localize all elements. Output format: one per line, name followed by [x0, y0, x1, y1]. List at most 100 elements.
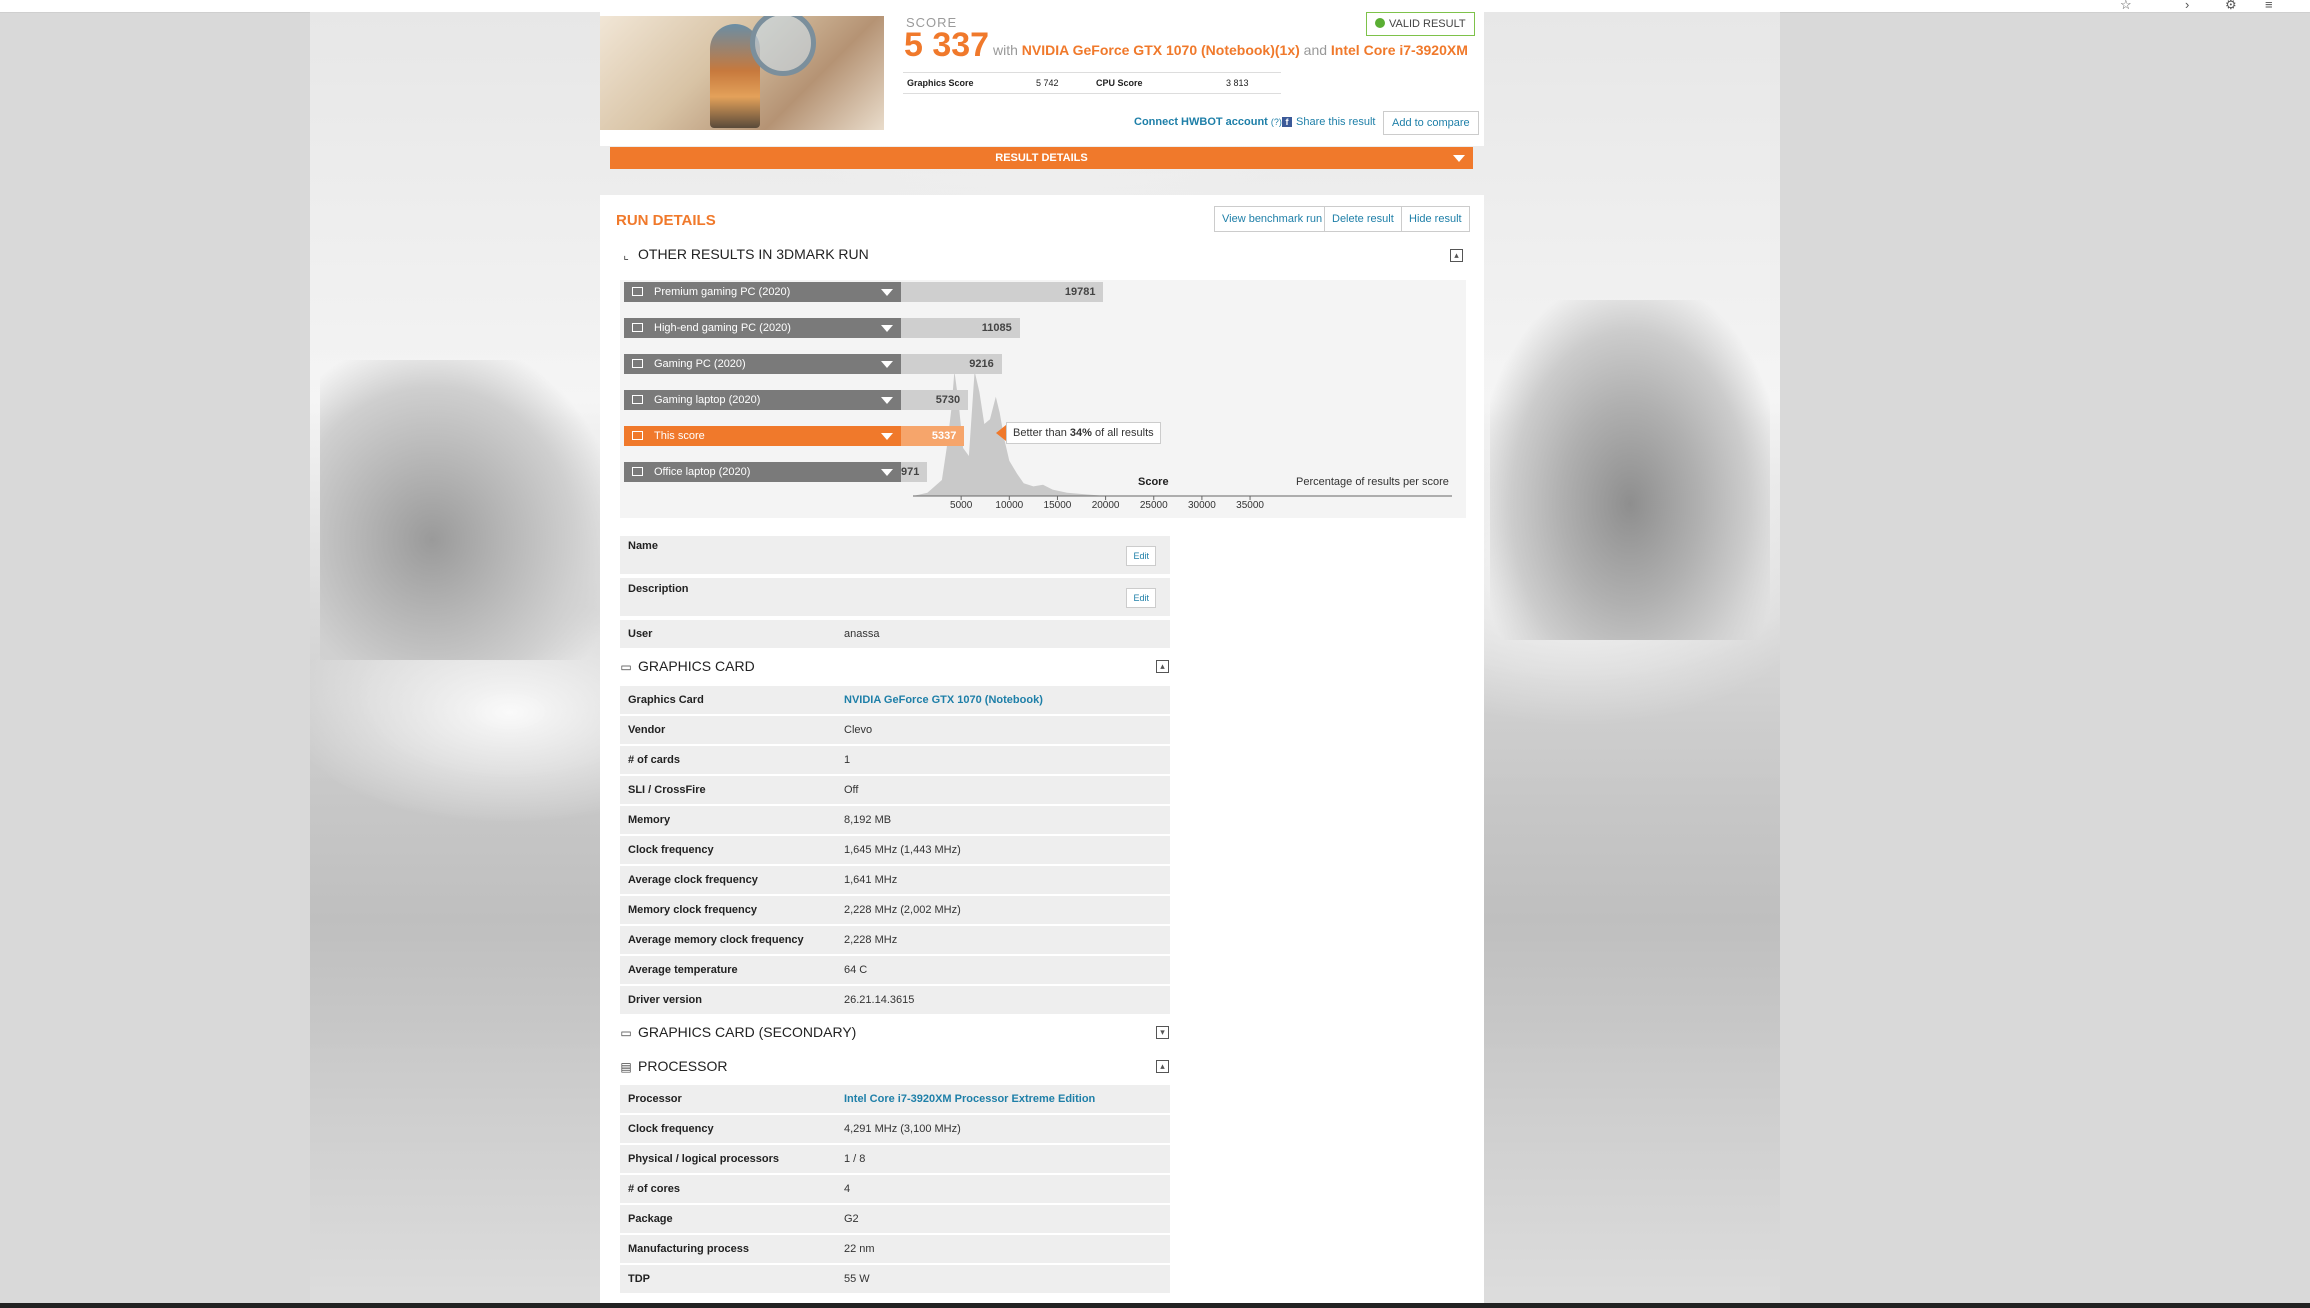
line-chart-icon: ⌞: [623, 248, 629, 262]
chevron-down-icon[interactable]: [881, 361, 893, 368]
category-label: Office laptop (2020): [654, 466, 751, 478]
table-row: Physical / logical processors 1 / 8: [620, 1145, 1170, 1174]
score-bar: 9216: [901, 354, 1002, 374]
graphics-card-secondary-header: ▭ GRAPHICS CARD (SECONDARY): [620, 1024, 856, 1040]
x-tick-label: 20000: [1091, 500, 1120, 511]
delete-result-button[interactable]: Delete result: [1324, 206, 1402, 232]
x-tick-label: 5000: [950, 500, 973, 511]
bottom-bar: [0, 1303, 2310, 1308]
chevron-down-icon[interactable]: [881, 325, 893, 332]
percentage-axis-label: Percentage of results per score: [1296, 476, 1449, 488]
computer-icon: [632, 287, 643, 296]
row-value: 55 W: [844, 1273, 870, 1285]
this-score-row[interactable]: This score: [624, 426, 901, 446]
view-benchmark-run-button[interactable]: View benchmark run: [1214, 206, 1331, 232]
cpu-name[interactable]: Intel Core i7-3920XM: [1331, 42, 1468, 58]
description-label: Description: [628, 583, 689, 595]
x-tick-label: 30000: [1187, 500, 1216, 511]
row-value: 22 nm: [844, 1243, 875, 1255]
hide-result-button[interactable]: Hide result: [1401, 206, 1470, 232]
collapse-icon[interactable]: ▴: [1156, 660, 1169, 673]
collapse-icon[interactable]: ▴: [1450, 249, 1463, 262]
category-row[interactable]: Gaming PC (2020): [624, 354, 901, 374]
x-tick-label: 35000: [1236, 500, 1264, 511]
graphics-score-label: Graphics Score: [907, 78, 974, 88]
row-value[interactable]: NVIDIA GeForce GTX 1070 (Notebook): [844, 686, 1043, 714]
score-hardware-line: with NVIDIA GeForce GTX 1070 (Notebook)(…: [993, 42, 1468, 58]
score-value: 5 337: [904, 26, 990, 64]
row-value: Clevo: [844, 724, 873, 736]
row-value: 2,228 MHz (2,002 MHz): [844, 904, 961, 916]
category-label: This score: [654, 430, 705, 442]
better-than-pct: 34%: [1069, 427, 1092, 439]
computer-icon: [632, 359, 643, 368]
computer-icon: [632, 323, 643, 332]
gpu-name[interactable]: NVIDIA GeForce GTX 1070 (Notebook)(1x): [1022, 42, 1300, 58]
table-row: Processor Intel Core i7-3920XM Processor …: [620, 1085, 1170, 1114]
better-than-tooltip: Better than 34% of all results: [996, 422, 1161, 444]
collapse-icon[interactable]: ▴: [1156, 1060, 1169, 1073]
processor-header: ▤ PROCESSOR: [620, 1058, 727, 1074]
table-row: Vendor Clevo: [620, 716, 1170, 745]
extensions-icon[interactable]: ⚙: [2225, 0, 2237, 13]
chevron-down-icon[interactable]: [881, 469, 893, 476]
valid-result-label: VALID RESULT: [1389, 18, 1466, 30]
edit-description-button[interactable]: Edit: [1126, 588, 1156, 608]
graphics-card-header: ▭ GRAPHICS CARD: [620, 658, 754, 674]
connect-hwbot-link[interactable]: Connect HWBOT account (?): [1134, 116, 1282, 128]
valid-result-badge: VALID RESULT: [1366, 12, 1475, 36]
row-label: Graphics Card: [628, 694, 704, 706]
category-row[interactable]: Office laptop (2020): [624, 462, 901, 482]
forward-icon[interactable]: ›: [2185, 0, 2189, 12]
chevron-down-icon[interactable]: [881, 433, 893, 440]
expand-icon[interactable]: ▾: [1156, 1026, 1169, 1039]
score-bar: 971: [901, 462, 927, 482]
with-text: with: [993, 42, 1018, 58]
name-label: Name: [628, 540, 658, 552]
facebook-icon: f: [1282, 117, 1292, 127]
table-row: TDP 55 W: [620, 1265, 1170, 1294]
trophy-icon: [632, 431, 643, 440]
chevron-down-icon[interactable]: [881, 397, 893, 404]
row-label: Vendor: [628, 724, 666, 736]
other-results-header: ⌞ OTHER RESULTS IN 3DMARK RUN: [620, 246, 869, 262]
category-row[interactable]: Gaming laptop (2020): [624, 390, 901, 410]
x-tick-label: 15000: [1043, 500, 1072, 511]
cpu-score-value: 3 813: [1226, 78, 1249, 88]
row-label: # of cards: [628, 754, 680, 766]
row-label: Average memory clock frequency: [628, 934, 804, 946]
benchmark-hero-image: [600, 16, 884, 130]
check-icon: [1375, 18, 1385, 28]
row-label: Processor: [628, 1093, 682, 1105]
result-details-bar[interactable]: RESULT DETAILS: [610, 147, 1473, 169]
category-row[interactable]: Premium gaming PC (2020): [624, 282, 901, 302]
table-row: Package G2: [620, 1205, 1170, 1234]
chevron-down-icon[interactable]: [881, 289, 893, 296]
edit-name-button[interactable]: Edit: [1126, 546, 1156, 566]
table-row: # of cores 4: [620, 1175, 1170, 1204]
hwbot-link-label: Connect HWBOT account: [1134, 116, 1268, 128]
score-bar: 19781: [901, 282, 1104, 302]
row-label: Average temperature: [628, 964, 738, 976]
share-result-link[interactable]: f Share this result: [1282, 116, 1375, 128]
row-label: Driver version: [628, 994, 702, 1006]
row-value: 26.21.14.3615: [844, 994, 915, 1006]
menu-icon[interactable]: ≡: [2265, 0, 2273, 12]
table-row: Graphics Card NVIDIA GeForce GTX 1070 (No…: [620, 686, 1170, 715]
help-icon[interactable]: (?): [1271, 117, 1282, 127]
star-icon[interactable]: ☆: [2120, 0, 2132, 13]
row-label: Memory: [628, 814, 671, 826]
category-label: Gaming laptop (2020): [654, 394, 761, 406]
and-text: and: [1303, 42, 1328, 58]
computer-icon: [632, 395, 643, 404]
table-row: Average clock frequency 1,641 MHz: [620, 866, 1170, 895]
user-value: anassa: [844, 628, 880, 640]
share-link-label: Share this result: [1296, 116, 1376, 128]
graphics-card-secondary-title: GRAPHICS CARD (SECONDARY): [638, 1024, 857, 1040]
row-value[interactable]: Intel Core i7-3920XM Processor Extreme E…: [844, 1085, 1095, 1113]
table-row: Memory 8,192 MB: [620, 806, 1170, 835]
row-value: 4,291 MHz (3,100 MHz): [844, 1123, 961, 1135]
add-to-compare-button[interactable]: Add to compare: [1383, 111, 1479, 135]
category-row[interactable]: High-end gaming PC (2020): [624, 318, 901, 338]
row-label: Package: [628, 1213, 673, 1225]
